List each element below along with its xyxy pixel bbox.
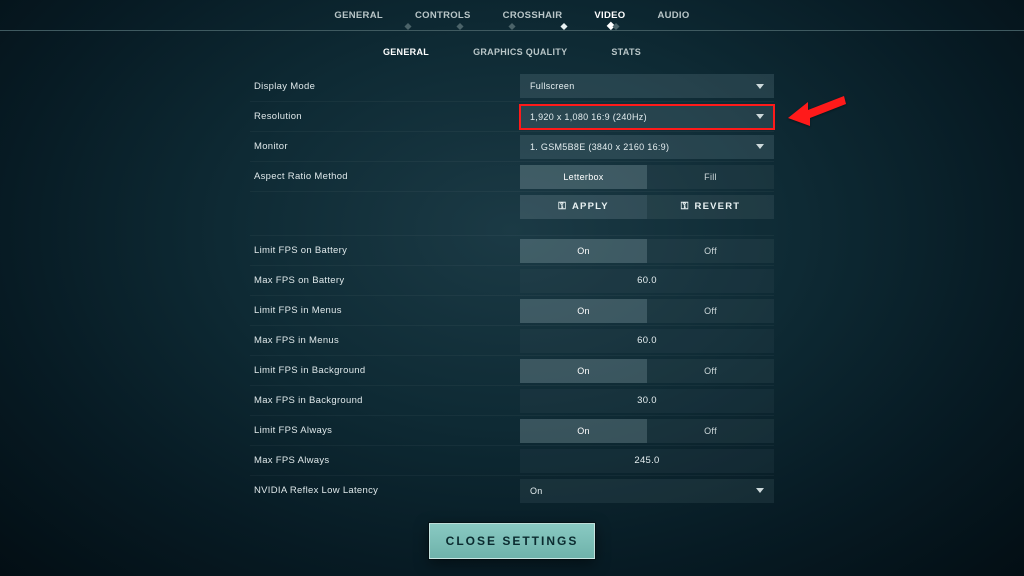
row-limit-fps-menus: Limit FPS in Menus On Off xyxy=(250,295,774,325)
row-max-fps-background: Max FPS in Background 30.0 xyxy=(250,385,774,415)
dropdown-value: On xyxy=(530,486,543,496)
toggle-on[interactable]: On xyxy=(520,239,647,263)
primary-tab-bar: GENERAL CONTROLS CROSSHAIR VIDEO AUDIO xyxy=(0,0,1024,24)
toggle-off[interactable]: Off xyxy=(647,239,774,263)
row-max-fps-battery: Max FPS on Battery 60.0 xyxy=(250,265,774,295)
lock-icon: ⚿ xyxy=(681,201,690,212)
toggle-off[interactable]: Off xyxy=(647,359,774,383)
row-max-fps-always: Max FPS Always 245.0 xyxy=(250,445,774,475)
tab-crosshair[interactable]: CROSSHAIR xyxy=(501,6,565,25)
toggle-on[interactable]: On xyxy=(520,299,647,323)
row-limit-fps-battery: Limit FPS on Battery On Off xyxy=(250,235,774,265)
dropdown-value: Fullscreen xyxy=(530,81,575,91)
dropdown-nvidia-reflex[interactable]: On xyxy=(520,479,774,503)
subtab-general[interactable]: GENERAL xyxy=(383,45,429,59)
dropdown-resolution[interactable]: 1,920 x 1,080 16:9 (240Hz) xyxy=(520,105,774,129)
revert-button[interactable]: ⚿ REVERT xyxy=(647,195,774,219)
label-display-mode: Display Mode xyxy=(254,81,520,92)
secondary-tab-bar: GENERAL GRAPHICS QUALITY STATS xyxy=(0,45,1024,59)
section-divider xyxy=(250,221,774,235)
toggle-on[interactable]: On xyxy=(520,419,647,443)
subtab-stats[interactable]: STATS xyxy=(611,45,641,59)
dropdown-display-mode[interactable]: Fullscreen xyxy=(520,74,774,98)
video-settings-panel: Display Mode Fullscreen Resolution 1,920… xyxy=(250,71,774,505)
label-resolution: Resolution xyxy=(254,111,520,122)
toggle-on[interactable]: On xyxy=(520,359,647,383)
lock-icon: ⚿ xyxy=(558,201,567,212)
subtab-graphics-quality[interactable]: GRAPHICS QUALITY xyxy=(473,45,567,59)
dropdown-value: 1. GSM5B8E (3840 x 2160 16:9) xyxy=(530,142,669,152)
label-monitor: Monitor xyxy=(254,141,520,152)
row-aspect-ratio: Aspect Ratio Method Letterbox Fill xyxy=(250,161,774,191)
tab-audio[interactable]: AUDIO xyxy=(655,6,691,25)
chevron-down-icon xyxy=(756,144,764,149)
apply-button[interactable]: ⚿ APPLY xyxy=(520,195,647,219)
row-limit-fps-background: Limit FPS in Background On Off xyxy=(250,355,774,385)
value-max-fps-always[interactable]: 245.0 xyxy=(520,449,774,473)
chevron-down-icon xyxy=(756,114,764,119)
value-max-fps-menus[interactable]: 60.0 xyxy=(520,329,774,353)
dropdown-value: 1,920 x 1,080 16:9 (240Hz) xyxy=(530,112,647,122)
row-nvidia-reflex: NVIDIA Reflex Low Latency On xyxy=(250,475,774,505)
toggle-letterbox[interactable]: Letterbox xyxy=(520,165,647,189)
toggle-off[interactable]: Off xyxy=(647,419,774,443)
tab-divider-line xyxy=(0,30,1024,31)
chevron-down-icon xyxy=(756,84,764,89)
value-max-fps-battery[interactable]: 60.0 xyxy=(520,269,774,293)
row-max-fps-menus: Max FPS in Menus 60.0 xyxy=(250,325,774,355)
dropdown-monitor[interactable]: 1. GSM5B8E (3840 x 2160 16:9) xyxy=(520,135,774,159)
label-aspect-ratio: Aspect Ratio Method xyxy=(254,171,520,182)
value-max-fps-background[interactable]: 30.0 xyxy=(520,389,774,413)
annotation-arrow-icon xyxy=(786,84,856,128)
row-limit-fps-always: Limit FPS Always On Off xyxy=(250,415,774,445)
chevron-down-icon xyxy=(756,488,764,493)
toggle-off[interactable]: Off xyxy=(647,299,774,323)
row-resolution: Resolution 1,920 x 1,080 16:9 (240Hz) xyxy=(250,101,774,131)
tab-general[interactable]: GENERAL xyxy=(332,6,385,25)
row-monitor: Monitor 1. GSM5B8E (3840 x 2160 16:9) xyxy=(250,131,774,161)
close-settings-button[interactable]: CLOSE SETTINGS xyxy=(429,523,595,559)
row-display-mode: Display Mode Fullscreen xyxy=(250,71,774,101)
tab-video[interactable]: VIDEO xyxy=(592,6,627,25)
tab-controls[interactable]: CONTROLS xyxy=(413,6,473,25)
row-apply-revert: ⚿ APPLY ⚿ REVERT xyxy=(250,191,774,221)
toggle-fill[interactable]: Fill xyxy=(647,165,774,189)
